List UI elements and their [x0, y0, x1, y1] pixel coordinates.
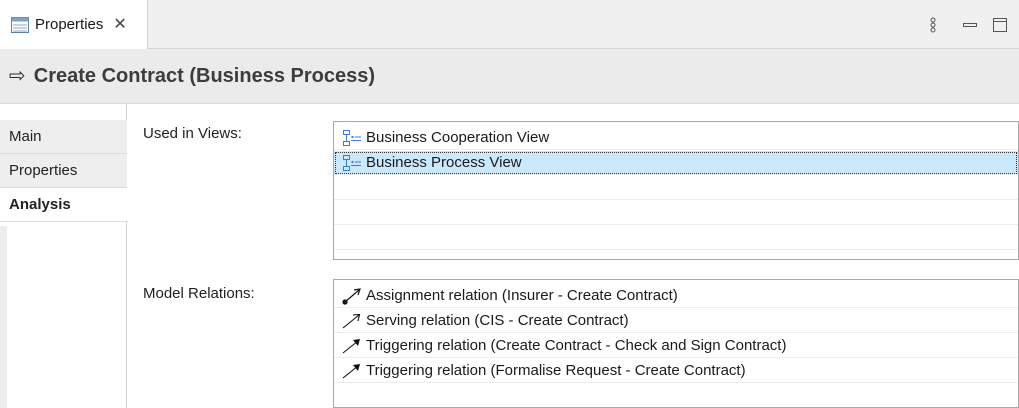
properties-view-icon: [11, 16, 29, 33]
list-item-label: Business Cooperation View: [366, 129, 550, 146]
model-relations-list[interactable]: Assignment relation (Insurer - Create Co…: [333, 279, 1019, 408]
properties-section-tabs: Main Properties Analysis: [0, 104, 128, 408]
list-item[interactable]: Business Process View: [334, 151, 1018, 175]
model-relations-label: Model Relations:: [143, 285, 255, 302]
properties-tab[interactable]: Properties ✕: [0, 0, 148, 49]
list-item[interactable]: Triggering relation (Formalise Request -…: [334, 359, 1018, 383]
tab-label: Properties: [35, 16, 104, 33]
list-item-label: Assignment relation (Insurer - Create Co…: [366, 287, 678, 304]
list-item-label: Triggering relation (Create Contract - C…: [366, 337, 787, 354]
business-process-icon: ⇨: [9, 65, 26, 87]
list-item-label: Serving relation (CIS - Create Contract): [366, 312, 629, 329]
tab-main[interactable]: Main: [0, 120, 127, 154]
tab-properties[interactable]: Properties: [0, 154, 127, 188]
assignment-relation-icon: [342, 287, 361, 305]
diagram-view-icon: [343, 129, 361, 146]
triggering-relation-icon: [342, 363, 360, 378]
tab-analysis[interactable]: Analysis: [0, 188, 128, 222]
diagram-view-icon: [343, 154, 361, 171]
list-item[interactable]: Serving relation (CIS - Create Contract): [334, 309, 1018, 333]
minimize-icon[interactable]: [962, 17, 978, 33]
list-item-empty: [334, 226, 1018, 250]
page-title: Create Contract (Business Process): [33, 64, 375, 87]
maximize-icon[interactable]: [992, 17, 1008, 33]
tab-strip-filler: [0, 226, 7, 408]
used-in-views-label: Used in Views:: [143, 125, 242, 142]
view-menu-icon[interactable]: [925, 17, 941, 33]
close-icon[interactable]: ✕: [113, 16, 126, 33]
triggering-relation-icon: [342, 338, 360, 353]
list-item[interactable]: Triggering relation (Create Contract - C…: [334, 334, 1018, 358]
list-item[interactable]: Assignment relation (Insurer - Create Co…: [334, 284, 1018, 308]
list-item-empty: [334, 201, 1018, 225]
serving-relation-icon: [342, 313, 361, 328]
view-tab-bar: Properties ✕: [0, 0, 1019, 49]
list-item[interactable]: Business Cooperation View: [334, 126, 1018, 150]
list-item-label: Business Process View: [366, 154, 522, 171]
used-in-views-list[interactable]: Business Cooperation View Business Proce…: [333, 121, 1019, 260]
list-item-label: Triggering relation (Formalise Request -…: [366, 362, 746, 379]
properties-header: ⇨ Create Contract (Business Process): [0, 49, 1019, 104]
list-item-empty: [334, 176, 1018, 200]
